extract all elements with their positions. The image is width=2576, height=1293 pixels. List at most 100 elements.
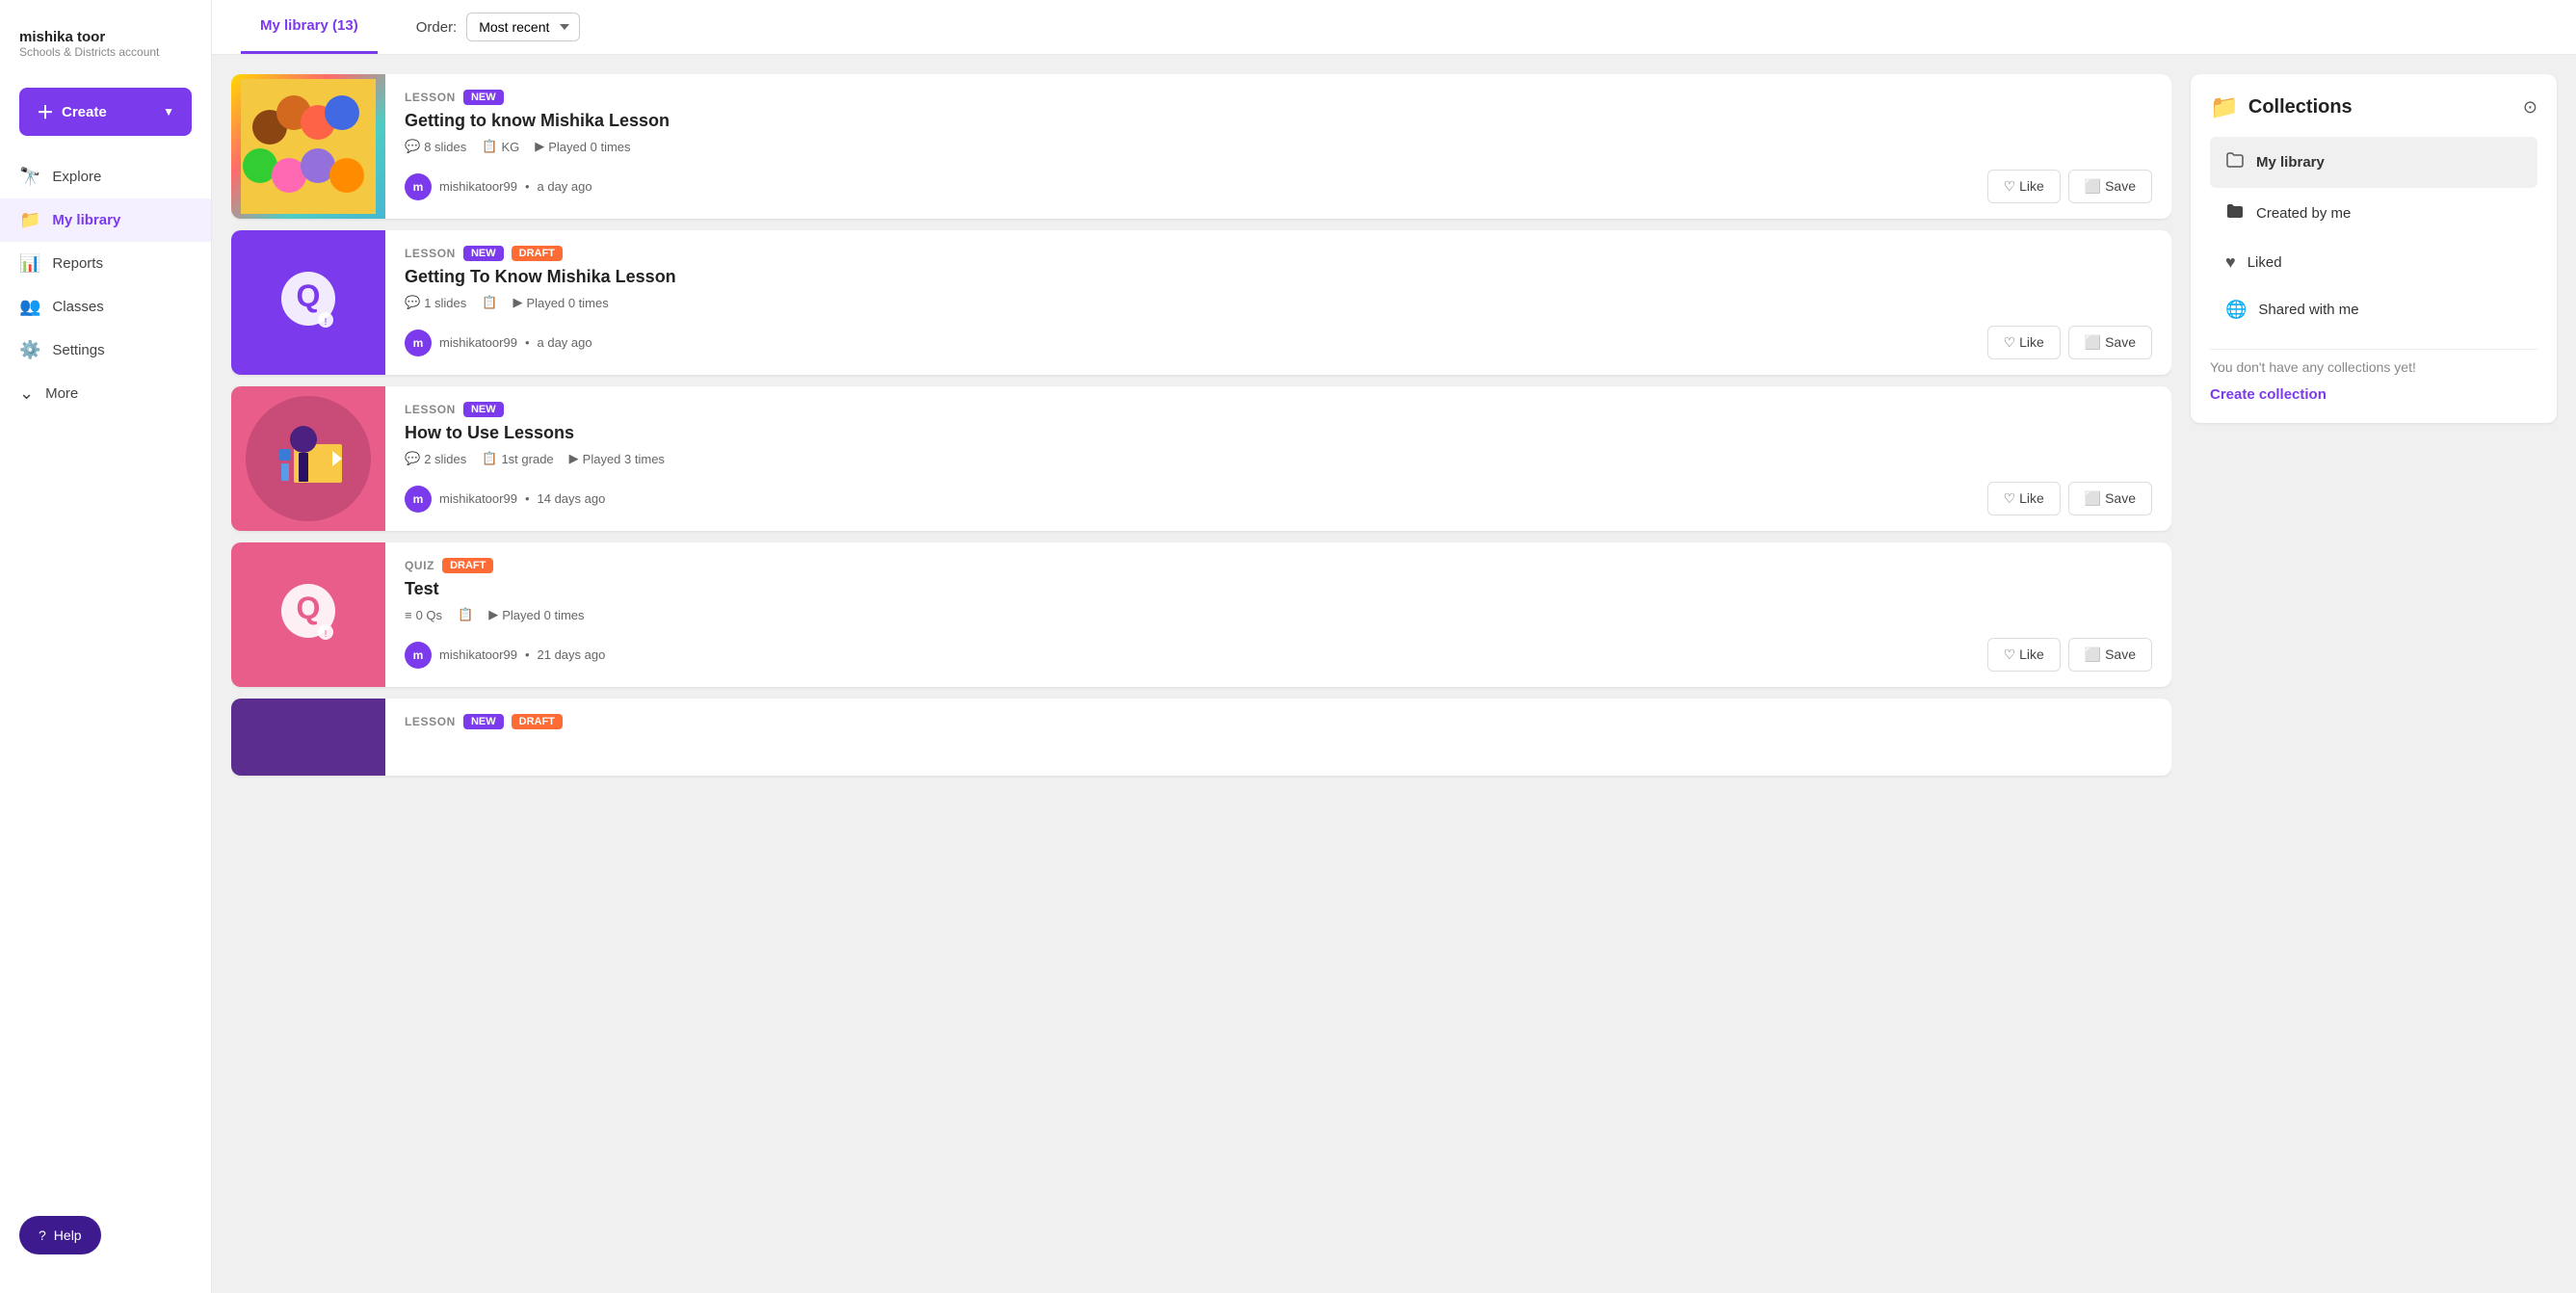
explore-icon: 🔭: [19, 167, 40, 187]
lesson-type-label: LESSON: [405, 403, 456, 416]
help-button[interactable]: ? Help: [19, 1216, 101, 1254]
dot-separator: •: [525, 335, 530, 350]
dot-separator: •: [525, 647, 530, 662]
collections-nav: My library Created by me ♥ Liked 🌐: [2210, 137, 2537, 333]
sidebar-item-my-library[interactable]: 📁 My library: [0, 198, 211, 242]
lesson-title: Getting To Know Mishika Lesson: [405, 267, 2152, 287]
sidebar-item-more[interactable]: ⌄ More: [0, 372, 211, 415]
sidebar-item-classes[interactable]: 👥 Classes: [0, 285, 211, 329]
lessons-list: LESSON NEW Getting to know Mishika Lesso…: [231, 74, 2171, 1274]
sidebar-item-more-label: More: [45, 385, 78, 402]
time-ago: 14 days ago: [538, 491, 606, 506]
coll-nav-shared-with-me[interactable]: 🌐 Shared with me: [2210, 286, 2537, 333]
lesson-body: LESSON NEW Getting to know Mishika Lesso…: [385, 74, 2171, 219]
grade-icon: 📋: [482, 139, 497, 154]
lesson-card: Q ! QUIZ DRAFT Test ≡ 0 Qs �: [231, 542, 2171, 687]
like-button[interactable]: ♡ Like: [1987, 326, 2061, 359]
avatar: m: [405, 486, 432, 513]
create-button[interactable]: ＋ Create ▼: [19, 88, 192, 136]
avatar: m: [405, 173, 432, 200]
order-select[interactable]: Most recent Oldest A-Z Z-A: [466, 13, 580, 41]
order-section: Order: Most recent Oldest A-Z Z-A: [416, 13, 581, 41]
order-label: Order:: [416, 19, 458, 36]
time-ago: a day ago: [538, 179, 592, 194]
like-button[interactable]: ♡ Like: [1987, 482, 2061, 515]
questions-icon: ≡: [405, 608, 412, 622]
sidebar-item-reports[interactable]: 📊 Reports: [0, 242, 211, 285]
lesson-type-row: LESSON NEW DRAFT: [405, 246, 2152, 261]
lesson-body: LESSON NEW How to Use Lessons 💬 2 slides…: [385, 386, 2171, 531]
author-info: m mishikatoor99 • a day ago: [405, 173, 592, 200]
tab-bar: My library (13) Order: Most recent Oldes…: [212, 0, 2576, 55]
lesson-card: Q ! LESSON NEW DRAFT Getting To Know M: [231, 230, 2171, 375]
lesson-type-label: QUIZ: [405, 559, 434, 572]
coll-nav-shared-with-me-label: Shared with me: [2258, 302, 2358, 318]
sidebar-item-reports-label: Reports: [52, 255, 103, 272]
lesson-body: QUIZ DRAFT Test ≡ 0 Qs 📋 ▶ Played 0 time…: [385, 542, 2171, 687]
lesson-card: LESSON NEW DRAFT: [231, 699, 2171, 776]
author-name: mishikatoor99: [439, 647, 517, 662]
lesson-thumbnail: Q !: [231, 230, 385, 375]
reports-icon: 📊: [19, 253, 40, 274]
coll-nav-liked-label: Liked: [2247, 254, 2282, 271]
coll-nav-created-by-me-label: Created by me: [2256, 205, 2351, 222]
badge-new: NEW: [463, 90, 504, 105]
lesson-footer: m mishikatoor99 • 14 days ago ♡ Like ⬜ S…: [405, 482, 2152, 515]
content-area: LESSON NEW Getting to know Mishika Lesso…: [212, 55, 2576, 1293]
author-info: m mishikatoor99 • 21 days ago: [405, 642, 605, 669]
lesson-title: Getting to know Mishika Lesson: [405, 111, 2152, 131]
time-ago: a day ago: [538, 335, 592, 350]
author-name: mishikatoor99: [439, 491, 517, 506]
action-buttons: ♡ Like ⬜ Save: [1987, 170, 2152, 203]
lesson-footer: m mishikatoor99 • 21 days ago ♡ Like ⬜ S…: [405, 638, 2152, 672]
lesson-title: Test: [405, 579, 2152, 599]
folder-filled-icon: [2225, 201, 2245, 225]
svg-text:!: !: [325, 317, 328, 328]
lesson-thumbnail: Q !: [231, 542, 385, 687]
coll-nav-my-library-label: My library: [2256, 154, 2325, 171]
badge-draft: DRAFT: [512, 714, 563, 729]
author-info: m mishikatoor99 • a day ago: [405, 330, 592, 356]
svg-text:!: !: [325, 629, 328, 640]
svg-text:Q: Q: [297, 278, 321, 313]
lesson-footer: m mishikatoor99 • a day ago ♡ Like ⬜ Sav…: [405, 326, 2152, 359]
sidebar-item-classes-label: Classes: [52, 299, 103, 315]
coll-nav-created-by-me[interactable]: Created by me: [2210, 188, 2537, 239]
help-label: Help: [54, 1227, 82, 1243]
collections-title-label: Collections: [2248, 96, 2353, 119]
tab-my-library[interactable]: My library (13): [241, 0, 378, 54]
lesson-type-label: LESSON: [405, 715, 456, 728]
dot-separator: •: [525, 179, 530, 194]
sidebar-item-explore[interactable]: 🔭 Explore: [0, 155, 211, 198]
slides-icon: 💬: [405, 295, 420, 310]
coll-nav-my-library[interactable]: My library: [2210, 137, 2537, 188]
save-button[interactable]: ⬜ Save: [2068, 482, 2152, 515]
lesson-meta: ≡ 0 Qs 📋 ▶ Played 0 times: [405, 607, 2152, 622]
sidebar: mishika toor Schools & Districts account…: [0, 0, 212, 1293]
save-button[interactable]: ⬜ Save: [2068, 326, 2152, 359]
dot-separator: •: [525, 491, 530, 506]
badge-new: NEW: [463, 714, 504, 729]
collections-chevron-button[interactable]: ⊙: [2523, 97, 2537, 118]
svg-text:Q: Q: [297, 591, 321, 625]
like-button[interactable]: ♡ Like: [1987, 638, 2061, 672]
slides-icon: 💬: [405, 139, 420, 154]
action-buttons: ♡ Like ⬜ Save: [1987, 638, 2152, 672]
avatar: m: [405, 642, 432, 669]
lesson-type-label: LESSON: [405, 91, 456, 104]
lesson-type-row: LESSON NEW DRAFT: [405, 714, 2152, 729]
lesson-title: How to Use Lessons: [405, 423, 2152, 443]
badge-new: NEW: [463, 246, 504, 261]
like-button[interactable]: ♡ Like: [1987, 170, 2061, 203]
lesson-body: LESSON NEW DRAFT: [385, 699, 2171, 776]
my-library-icon: 📁: [19, 210, 40, 230]
play-icon: ▶: [569, 451, 579, 466]
sidebar-item-settings[interactable]: ⚙️ Settings: [0, 329, 211, 372]
save-button[interactable]: ⬜ Save: [2068, 638, 2152, 672]
collections-panel: 📁 Collections ⊙ My library: [2191, 74, 2557, 423]
coll-nav-liked[interactable]: ♥ Liked: [2210, 239, 2537, 286]
user-subtitle: Schools & Districts account: [19, 45, 192, 59]
plus-icon: ＋: [37, 99, 54, 124]
save-button[interactable]: ⬜ Save: [2068, 170, 2152, 203]
create-collection-link[interactable]: Create collection: [2210, 386, 2326, 403]
